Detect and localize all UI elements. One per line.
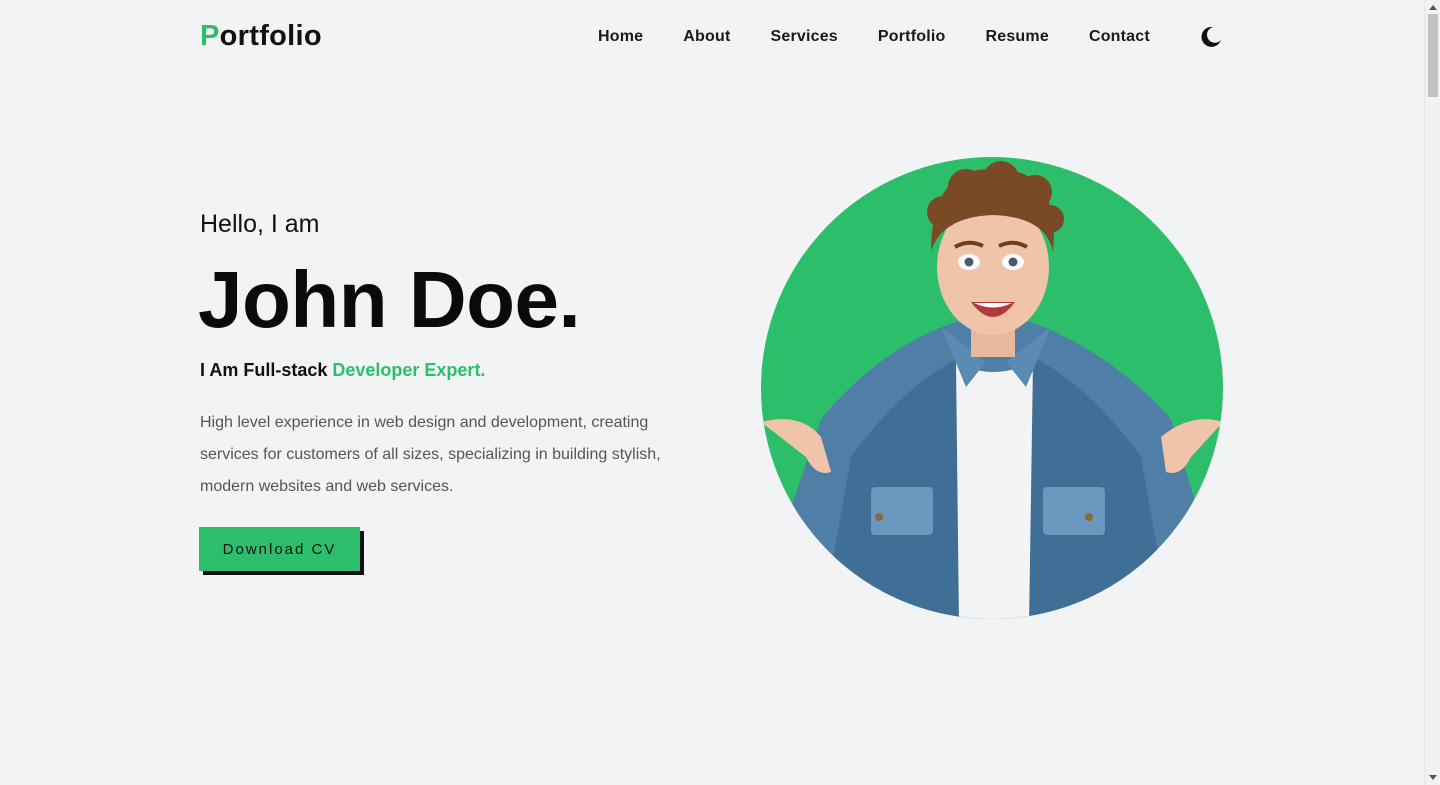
main-nav: Home About Services Portfolio Resume Con… [598, 28, 1190, 46]
scroll-up-arrow-icon[interactable] [1429, 5, 1437, 10]
logo[interactable]: Portfolio [200, 20, 322, 53]
role-prefix: I Am Full-stack [200, 360, 333, 380]
moon-icon[interactable] [1199, 25, 1223, 49]
hero-role: I Am Full-stack Developer Expert. [200, 360, 485, 381]
download-cv-button[interactable]: Download CV [199, 527, 360, 571]
hero-greeting: Hello, I am [200, 210, 320, 238]
nav-portfolio[interactable]: Portfolio [878, 28, 946, 46]
nav-services[interactable]: Services [770, 28, 837, 46]
site-header: Portfolio Home About Services Portfolio … [0, 0, 1424, 75]
scroll-thumb[interactable] [1428, 14, 1438, 97]
scroll-down-arrow-icon[interactable] [1429, 775, 1437, 780]
logo-initial: P [200, 20, 220, 52]
nav-contact[interactable]: Contact [1089, 28, 1150, 46]
hero-name: John Doe. [198, 255, 581, 344]
hero-description: High level experience in web design and … [200, 414, 661, 495]
nav-about[interactable]: About [683, 28, 730, 46]
logo-text: ortfolio [219, 20, 322, 52]
nav-home[interactable]: Home [598, 28, 643, 46]
role-accent: Developer Expert. [332, 360, 486, 380]
vertical-scrollbar[interactable] [1424, 0, 1440, 785]
nav-resume[interactable]: Resume [985, 28, 1048, 46]
hero-portrait [761, 157, 1223, 619]
